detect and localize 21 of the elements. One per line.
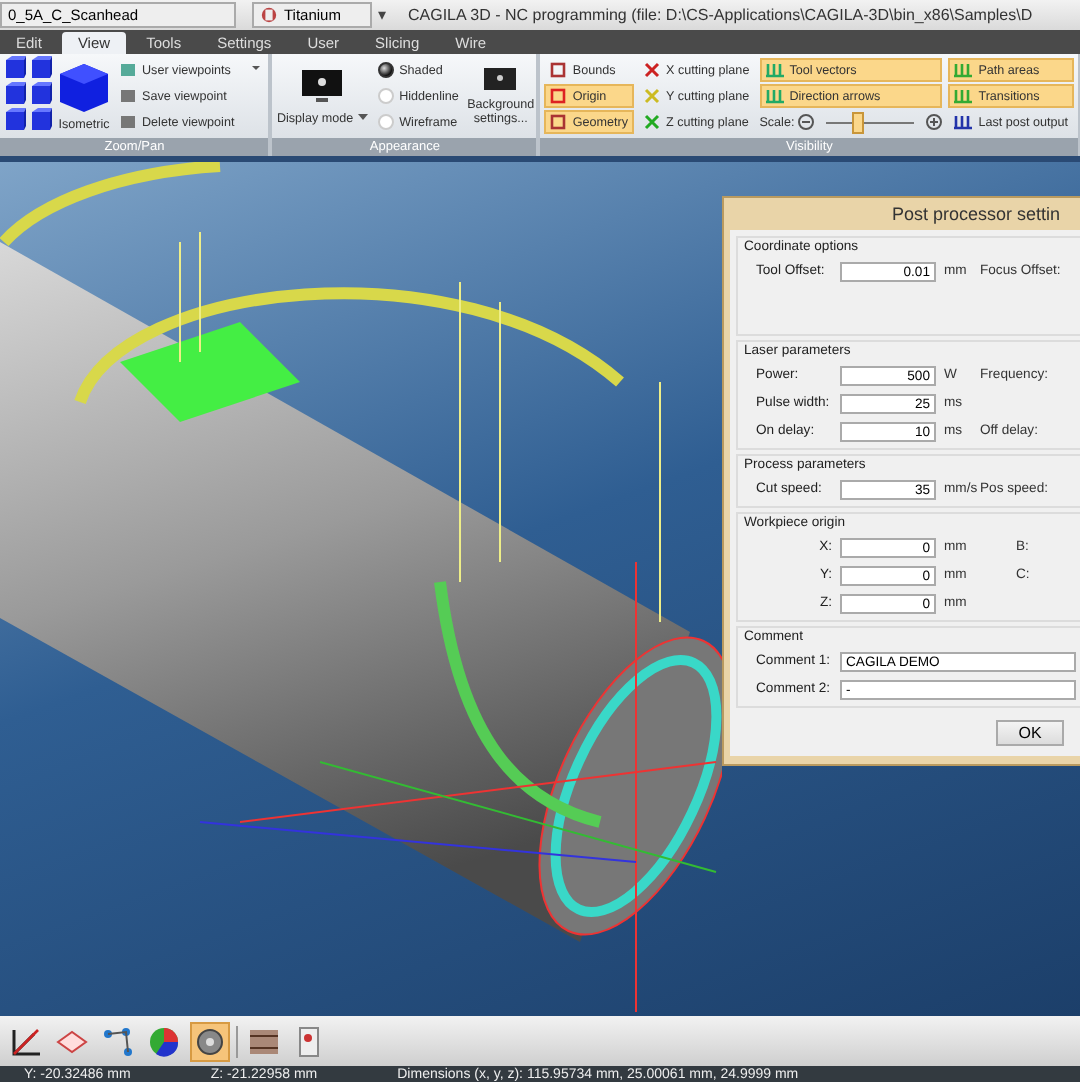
quick-access-dropdown[interactable]: ▾ <box>378 6 386 24</box>
dialog-title: Post processor settin <box>889 202 1062 228</box>
vectors-icon <box>765 62 784 78</box>
ok-button[interactable]: OK <box>996 720 1064 746</box>
vectors-icon <box>954 114 973 130</box>
caret-icon <box>357 114 368 122</box>
slider-thumb[interactable] <box>851 111 864 133</box>
toolbar-button[interactable] <box>190 1021 230 1061</box>
axes-icon <box>10 1025 42 1057</box>
cube-icon <box>58 61 110 113</box>
color-wheel-icon <box>148 1025 180 1057</box>
monitor-icon <box>300 67 345 107</box>
zoom-out-icon[interactable] <box>798 114 815 130</box>
view-cube-icons[interactable] <box>4 56 52 136</box>
nodes-icon <box>102 1025 134 1057</box>
material-icon <box>260 6 278 24</box>
zoom-in-icon[interactable] <box>926 114 943 130</box>
plane-icon <box>56 1025 88 1057</box>
monitor-icon <box>482 66 519 94</box>
film-icon <box>248 1025 280 1057</box>
window-title: CAGILA 3D - NC programming (file: D:\CS-Applications\CAGILA-3D\bin_x86\Samples\D <box>408 6 1033 24</box>
